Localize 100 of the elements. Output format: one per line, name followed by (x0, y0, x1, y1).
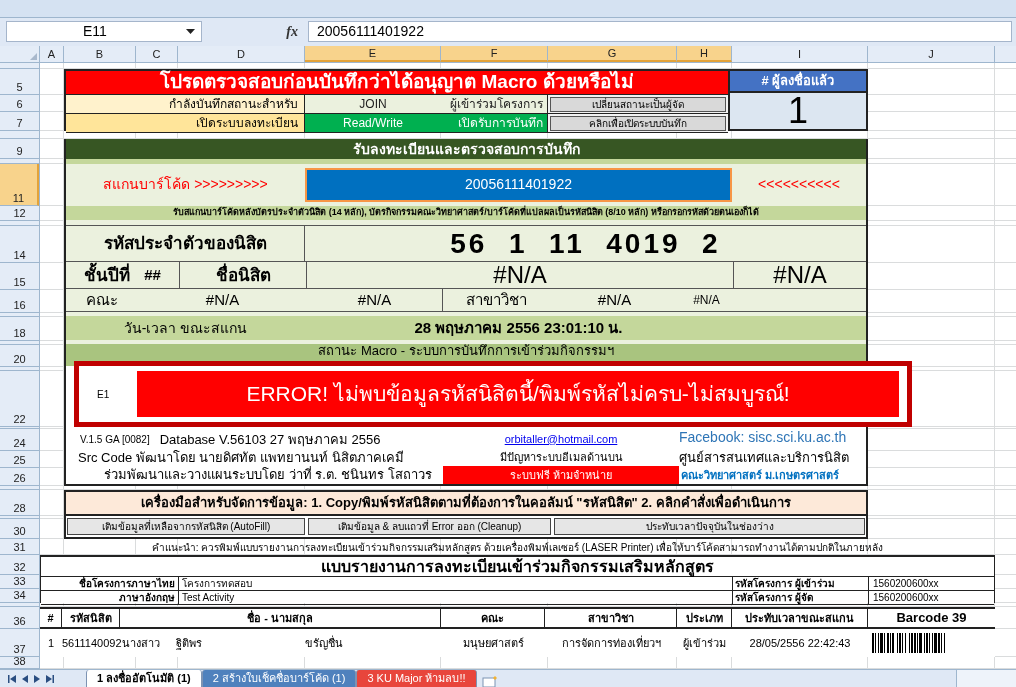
row-header[interactable]: 36 (0, 607, 39, 629)
table-header: รหัสนิสิต (62, 609, 120, 627)
report-value: Test Activity (179, 591, 733, 604)
select-all-icon (30, 53, 37, 60)
table-cell-text: ฐิติพร (176, 635, 203, 652)
table-cell-text: มนุษยศาสตร์ (461, 635, 525, 652)
email-link[interactable]: orbitaller@hotmail.com (504, 430, 618, 450)
tool-button[interactable]: เติมข้อมูลที่เหลือจากรหัสนิสิต (AutoFill) (67, 518, 305, 535)
sheet-tab[interactable]: 1 ลงชื่ออัตโนมัติ (1) (86, 670, 202, 687)
error-code: E1 (96, 387, 111, 402)
column-header[interactable]: A (40, 46, 64, 62)
report-title: แบบรายงานการลงทะเบียนเข้าร่วมกิจกรรมเสริมหลักสูตร (41, 557, 994, 577)
error-banner: ERROR! ไม่พบข้อมูลรหัสนิสิตนี้/พิมพ์รหัสไม่ครบ-ไม่สมบูรณ์! (137, 371, 899, 417)
next-sheet-icon[interactable] (34, 674, 40, 683)
column-header[interactable]: B (64, 46, 136, 62)
field-label: คณะ (85, 290, 119, 311)
table-cell-text: 1 (46, 635, 56, 651)
advice-text: คำแนะนำ: ควรพิมพ์แบบรายงานการลงทะเบียนเข้าร่วมกิจกรรมเสริมหลักสูตร ด้วยเครื่องพิมพ์เลเซอร์ (LASER Printer) เพื่อให้บาร์โค้ดสามารถทำงานได้ตามปกติในภายหลัง (150, 539, 885, 555)
table-header: คณะ (441, 609, 545, 627)
arrow-text: <<<<<<<<<< (757, 175, 841, 195)
table-cell-text: 28/05/2556 22:42:43 (748, 635, 852, 651)
row-header[interactable]: 20 (0, 345, 39, 367)
caret-icon (186, 28, 195, 34)
row-header[interactable]: 5 (0, 69, 39, 95)
database-text: Database V.56103 27 พฤษภาคม 2556 (159, 430, 381, 449)
table-header: # (40, 609, 62, 627)
previous-sheet-icon[interactable] (22, 674, 28, 683)
report-label: ภาษาอังกฤษ (41, 591, 179, 604)
row-header[interactable]: 26 (0, 468, 39, 486)
row-header[interactable]: 18 (0, 317, 39, 341)
tool-button[interactable]: ประทับเวลาปัจจุบันในช่องว่าง (554, 518, 865, 535)
row-header[interactable]: 14 (0, 226, 39, 263)
field-value: #N/A (307, 289, 443, 312)
column-header[interactable]: G (548, 46, 677, 62)
notice-banner: ระบบฟรี ห้ามจำหน่าย (443, 466, 679, 485)
report-value: 1560200600xx (872, 591, 940, 604)
report-value: โครงการทดสอบ (179, 577, 733, 590)
row-header[interactable]: 15 (0, 263, 39, 290)
table-cell-text: ผู้เข้าร่วม (682, 635, 727, 652)
row-header[interactable]: 22 (0, 371, 39, 427)
student-id-value: 56 1 11 4019 2 (449, 226, 722, 261)
column-header[interactable]: C (136, 46, 178, 62)
sheet-tab[interactable]: 2 สร้างใบเช็คชื่อบาร์โค้ด (1) (201, 670, 357, 687)
report-value: 1560200600xx (872, 577, 940, 590)
row-header[interactable]: 16 (0, 290, 39, 313)
row-header[interactable]: 28 (0, 490, 39, 516)
last-sheet-icon[interactable] (46, 674, 54, 683)
column-header[interactable]: I (732, 46, 868, 62)
horizontal-scrollbar[interactable] (956, 670, 1016, 687)
column-header[interactable]: F (441, 46, 548, 62)
field-value: #N/A (204, 290, 241, 311)
row-header[interactable]: 32 (0, 555, 39, 575)
status-detail: ผู้เข้าร่วมโครงการ (449, 96, 544, 113)
report-label: รหัสโครงการ ผู้จัด (733, 591, 869, 604)
report-label: รหัสโครงการ ผู้เข้าร่วม (733, 577, 869, 590)
row-header[interactable]: 37 (0, 629, 39, 657)
row-header[interactable]: 24 (0, 429, 39, 451)
status-button[interactable]: คลิกเพื่อเปิดระบบบันทึก (550, 115, 726, 131)
row-header[interactable]: 12 (0, 206, 39, 221)
row-header[interactable]: 6 (0, 95, 39, 112)
row-header[interactable]: 30 (0, 519, 39, 539)
row-header[interactable]: 11 (0, 164, 39, 206)
field-label: รหัสประจำตัวของนิสิต (66, 226, 305, 262)
count-label: # ผู้ลงชื่อแล้ว (730, 71, 866, 93)
developer-text: Src Code พัฒนาโดย นายดิศทัต แพทยานนท์ นิสิตภาคเคมี (77, 448, 405, 466)
table-cell-text: การจัดการท่องเที่ยวฯ (560, 634, 662, 651)
report-label: ชื่อโครงการภาษาไทย (41, 577, 179, 590)
formula-field[interactable]: 20056111401922 (308, 20, 1012, 42)
version-text: V.1.5 GA [0082] (80, 433, 150, 448)
table-header: ประเภท (677, 609, 732, 627)
row-header[interactable]: 7 (0, 112, 39, 131)
field-label: ชื่อนิสิต (180, 262, 307, 289)
column-header[interactable]: J (868, 46, 995, 62)
row-header[interactable]: 9 (0, 139, 39, 159)
tool-button[interactable]: เติมข้อมูล & ลบแถวที่ Error ออก (Cleanup) (308, 518, 551, 535)
column-header[interactable]: E (305, 46, 441, 62)
faculty-text: คณะวิทยาศาสตร์ ม.เกษตรศาสตร์ (680, 467, 841, 483)
status-detail: เปิดรับการบันทึก (457, 115, 544, 132)
row-header[interactable]: 33 (0, 575, 39, 589)
row-header[interactable]: 25 (0, 451, 39, 468)
sheet-tab[interactable]: 3 KU Major ห้ามลบ!! (356, 670, 477, 687)
row-header[interactable]: 34 (0, 589, 39, 603)
column-header[interactable]: H (677, 46, 732, 62)
note-text: มีปัญหาระบบอีเมลด้านบน (498, 450, 624, 466)
row-header[interactable]: 31 (0, 539, 39, 555)
status-button[interactable]: เปลี่ยนสถานะเป็นผู้จัด (550, 96, 726, 112)
name-box[interactable]: E11 (6, 20, 202, 42)
fx-label[interactable]: fx (286, 20, 298, 42)
facebook-text: Facebook: sisc.sci.ku.ac.th (679, 428, 848, 448)
field-value: #N/A (307, 262, 734, 289)
center-text: ศูนย์สารสนเทศและบริการนิสิต (679, 448, 850, 468)
table-header: ชื่อ - นามสกุล (120, 609, 441, 627)
status-value: Read/Write (342, 115, 404, 132)
table-header: ประทับเวลาขณะสแกน (732, 609, 868, 627)
field-label: วัน-เวลา ขณะสแกน (122, 318, 249, 338)
tools-title: เครื่องมือสำหรับจัดการข้อมูล: 1. Copy/พิมพ์รหัสนิสิตตามที่ต้องการในคอลัมน์ "รหัสนิสิต" 2. คลิกคำสั่งเพื่อดำเนินการ (66, 492, 866, 516)
panel-title: รับลงทะเบียนและตรวจสอบการบันทึก (66, 139, 866, 159)
first-sheet-icon[interactable] (8, 674, 16, 683)
field-label: สาขาวิชา (465, 290, 528, 311)
barcode-field[interactable]: 20056111401922 (305, 167, 732, 202)
